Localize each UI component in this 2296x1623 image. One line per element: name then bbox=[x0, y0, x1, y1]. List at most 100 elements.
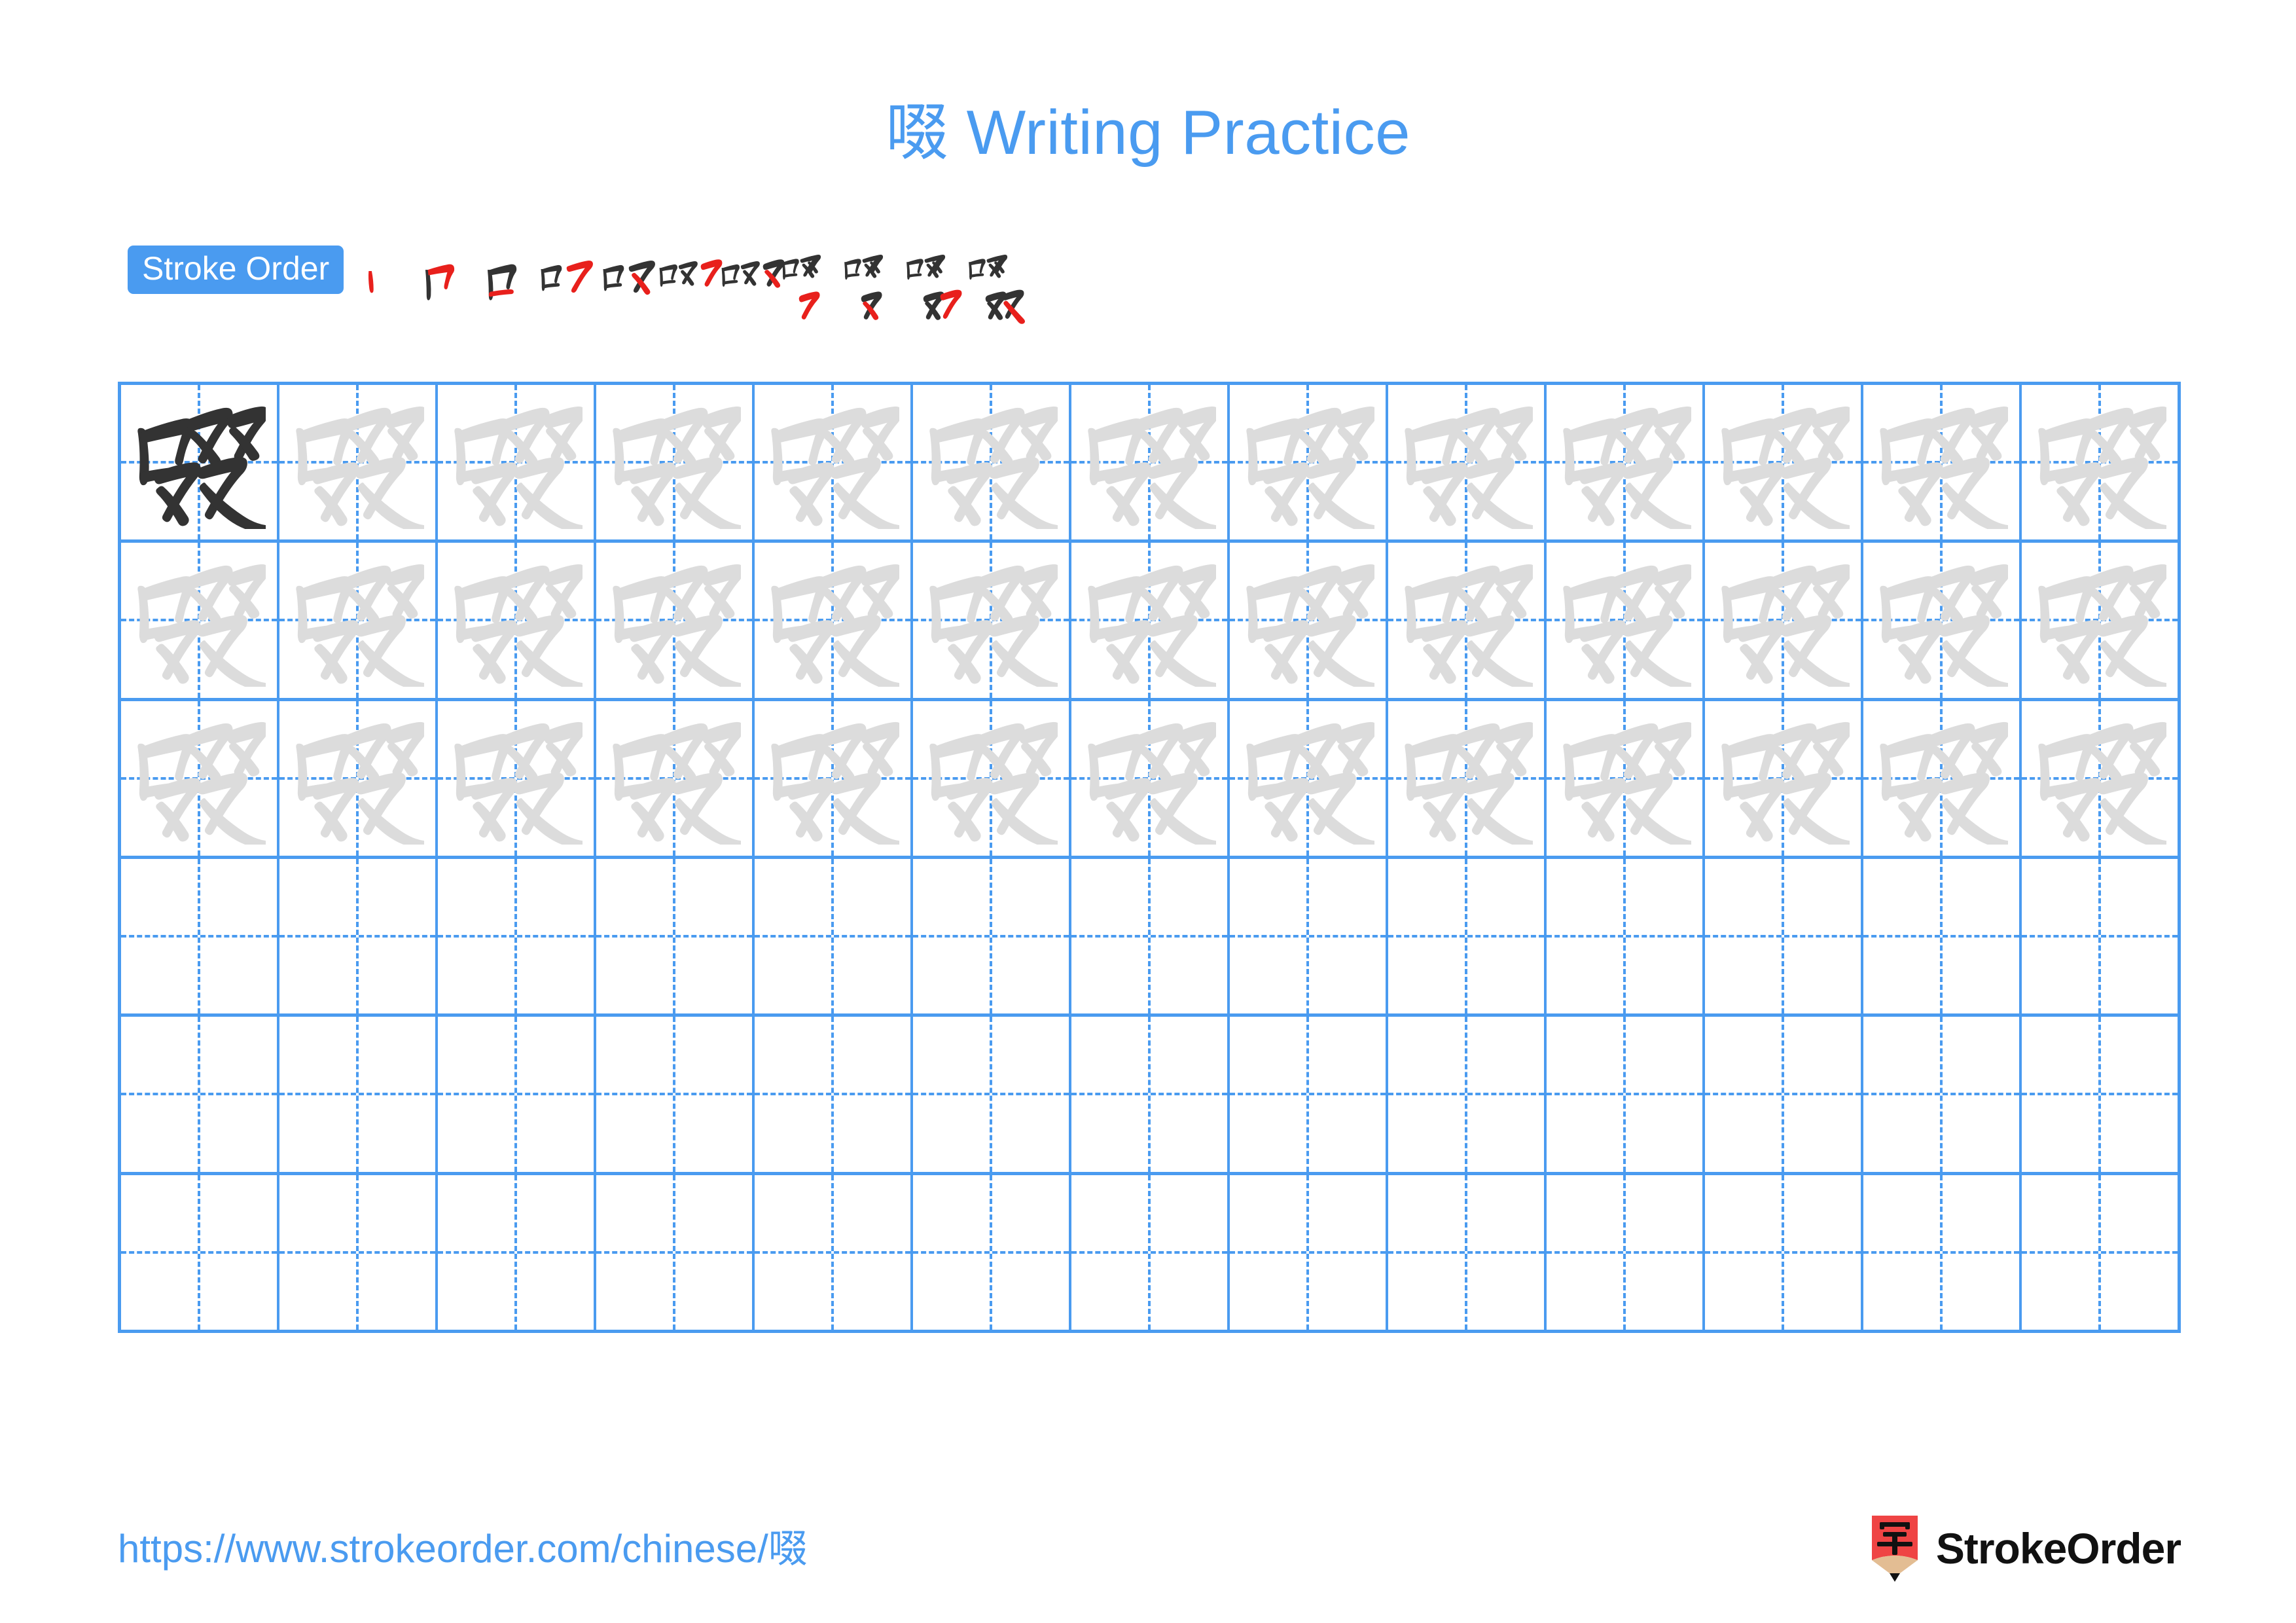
traced-character bbox=[1863, 385, 2019, 539]
stroke-step-10 bbox=[906, 246, 975, 331]
practice-cell-empty[interactable] bbox=[2022, 1017, 2178, 1172]
practice-cell-empty[interactable] bbox=[596, 858, 755, 1014]
practice-cell-empty[interactable] bbox=[1863, 858, 2022, 1014]
traced-character bbox=[1388, 701, 1544, 856]
practice-cell-trace[interactable] bbox=[1547, 385, 1705, 540]
practice-cell-trace[interactable] bbox=[1863, 701, 2022, 856]
practice-cell-trace[interactable] bbox=[1230, 385, 1388, 540]
practice-cell-empty[interactable] bbox=[755, 1175, 913, 1330]
practice-cell-empty[interactable] bbox=[913, 858, 1071, 1014]
practice-cell-empty[interactable] bbox=[1547, 1175, 1705, 1330]
practice-cell-empty[interactable] bbox=[596, 1175, 755, 1330]
practice-cell-trace[interactable] bbox=[1388, 701, 1547, 856]
practice-cell-trace[interactable] bbox=[596, 701, 755, 856]
practice-cell-trace[interactable] bbox=[438, 543, 596, 698]
guide-line-horizontal bbox=[1230, 1250, 1386, 1254]
practice-cell-empty[interactable] bbox=[1705, 1175, 1863, 1330]
practice-cell-empty[interactable] bbox=[1071, 1017, 1230, 1172]
practice-cell-empty[interactable] bbox=[1863, 1017, 2022, 1172]
practice-cell-empty[interactable] bbox=[755, 858, 913, 1014]
practice-cell-trace[interactable] bbox=[1705, 543, 1863, 698]
practice-cell-trace[interactable] bbox=[1230, 701, 1388, 856]
practice-cell-trace[interactable] bbox=[2022, 385, 2178, 540]
practice-grid-row bbox=[121, 543, 2178, 701]
practice-cell-trace[interactable] bbox=[913, 543, 1071, 698]
practice-cell-trace[interactable] bbox=[1863, 543, 2022, 698]
practice-cell-empty[interactable] bbox=[279, 1175, 438, 1330]
source-url-link[interactable]: https://www.strokeorder.com/chinese/啜 bbox=[118, 1525, 808, 1573]
practice-cell-empty[interactable] bbox=[1547, 1017, 1705, 1172]
practice-cell-empty[interactable] bbox=[2022, 1175, 2178, 1330]
practice-cell-trace[interactable] bbox=[1071, 385, 1230, 540]
practice-cell-empty[interactable] bbox=[596, 1017, 755, 1172]
guide-line-vertical bbox=[198, 1017, 200, 1172]
practice-cell-empty[interactable] bbox=[1863, 1175, 2022, 1330]
practice-cell-trace[interactable] bbox=[279, 385, 438, 540]
practice-cell-empty[interactable] bbox=[1071, 1175, 1230, 1330]
guide-line-horizontal bbox=[755, 1093, 910, 1096]
practice-cell-trace[interactable] bbox=[438, 701, 596, 856]
practice-cell-trace[interactable] bbox=[1547, 543, 1705, 698]
practice-cell-trace[interactable] bbox=[913, 701, 1071, 856]
practice-cell-trace[interactable] bbox=[1705, 385, 1863, 540]
practice-cell-trace[interactable] bbox=[2022, 543, 2178, 698]
guide-line-horizontal bbox=[1071, 1093, 1227, 1096]
practice-cell-trace[interactable] bbox=[1388, 543, 1547, 698]
practice-cell-empty[interactable] bbox=[121, 1175, 279, 1330]
guide-line-vertical bbox=[514, 1017, 517, 1172]
practice-cell-trace[interactable] bbox=[1388, 385, 1547, 540]
practice-cell-empty[interactable] bbox=[1705, 858, 1863, 1014]
practice-cell-trace[interactable] bbox=[1705, 701, 1863, 856]
practice-cell-empty[interactable] bbox=[438, 858, 596, 1014]
practice-cell-empty[interactable] bbox=[1230, 1017, 1388, 1172]
practice-cell-empty[interactable] bbox=[1705, 1017, 1863, 1172]
practice-cell-trace[interactable] bbox=[755, 543, 913, 698]
practice-cell-trace[interactable] bbox=[1863, 385, 2022, 540]
traced-character bbox=[596, 543, 752, 697]
guide-line-vertical bbox=[2098, 858, 2101, 1014]
practice-cell-trace[interactable] bbox=[755, 385, 913, 540]
guide-line-vertical bbox=[1306, 1017, 1309, 1172]
practice-cell-empty[interactable] bbox=[1388, 1017, 1547, 1172]
practice-cell-empty[interactable] bbox=[1071, 858, 1230, 1014]
practice-cell-trace[interactable] bbox=[121, 701, 279, 856]
practice-cell-empty[interactable] bbox=[913, 1017, 1071, 1172]
guide-line-vertical bbox=[673, 858, 675, 1014]
traced-character bbox=[1863, 543, 2019, 697]
practice-cell-trace[interactable] bbox=[1547, 701, 1705, 856]
practice-cell-trace[interactable] bbox=[596, 385, 755, 540]
practice-cell-trace[interactable] bbox=[755, 701, 913, 856]
practice-cell-trace[interactable] bbox=[279, 543, 438, 698]
stroke-step-7 bbox=[721, 246, 788, 331]
practice-cell-empty[interactable] bbox=[1547, 858, 1705, 1014]
practice-cell-trace[interactable] bbox=[279, 701, 438, 856]
guide-line-vertical bbox=[1782, 1017, 1784, 1172]
practice-cell-empty[interactable] bbox=[279, 858, 438, 1014]
practice-cell-model[interactable] bbox=[121, 385, 279, 540]
practice-cell-empty[interactable] bbox=[913, 1175, 1071, 1330]
practice-cell-trace[interactable] bbox=[438, 385, 596, 540]
practice-cell-empty[interactable] bbox=[1230, 858, 1388, 1014]
practice-cell-trace[interactable] bbox=[1071, 701, 1230, 856]
practice-cell-empty[interactable] bbox=[438, 1017, 596, 1172]
brand-logo-group: StrokeOrder bbox=[1868, 1512, 2181, 1584]
practice-cell-empty[interactable] bbox=[1230, 1175, 1388, 1330]
guide-line-horizontal bbox=[1071, 1250, 1227, 1254]
practice-cell-empty[interactable] bbox=[2022, 858, 2178, 1014]
traced-character bbox=[596, 385, 752, 539]
practice-cell-empty[interactable] bbox=[1388, 1175, 1547, 1330]
traced-character bbox=[1071, 385, 1227, 539]
practice-cell-empty[interactable] bbox=[121, 858, 279, 1014]
practice-cell-empty[interactable] bbox=[279, 1017, 438, 1172]
practice-cell-trace[interactable] bbox=[2022, 701, 2178, 856]
practice-cell-trace[interactable] bbox=[1071, 543, 1230, 698]
practice-cell-empty[interactable] bbox=[438, 1175, 596, 1330]
practice-cell-trace[interactable] bbox=[913, 385, 1071, 540]
practice-cell-trace[interactable] bbox=[121, 543, 279, 698]
guide-line-horizontal bbox=[1230, 935, 1386, 938]
practice-cell-trace[interactable] bbox=[1230, 543, 1388, 698]
practice-cell-empty[interactable] bbox=[755, 1017, 913, 1172]
practice-cell-trace[interactable] bbox=[596, 543, 755, 698]
practice-cell-empty[interactable] bbox=[121, 1017, 279, 1172]
practice-cell-empty[interactable] bbox=[1388, 858, 1547, 1014]
